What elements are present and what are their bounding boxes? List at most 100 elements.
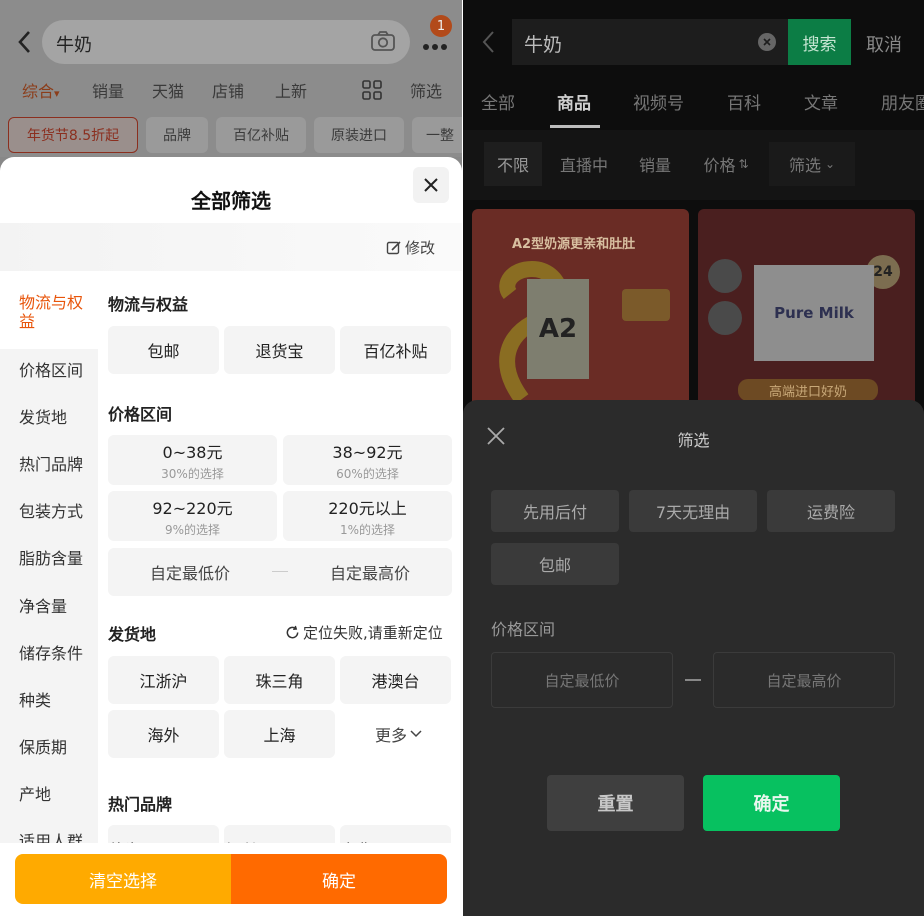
section-price-title: 价格区间 (108, 405, 173, 424)
chip-price[interactable]: 价格 ⇅ (691, 142, 761, 186)
chevron-down-icon (410, 730, 422, 738)
option-free-shipping[interactable]: 包邮 (491, 543, 619, 585)
sidebar-item-storage[interactable]: 储存条件 (19, 640, 83, 664)
chip-filter[interactable]: 筛选 ⌄ (769, 142, 855, 186)
search-value: 牛奶 (56, 35, 92, 56)
price-range-option[interactable]: 92~220元 9%的选择 (108, 491, 277, 541)
confirm-button[interactable]: 确定 (231, 854, 447, 904)
chip-subsidy[interactable]: 百亿补贴 (216, 117, 306, 153)
sidebar-item-logistics[interactable]: 物流与权益 (19, 293, 89, 331)
sheet-title: 筛选 (677, 431, 710, 450)
sidebar-item-price[interactable]: 价格区间 (19, 357, 83, 381)
cancel-button[interactable]: 取消 (866, 31, 902, 57)
cart-badge: 1 (430, 15, 452, 37)
search-value: 牛奶 (524, 34, 563, 56)
sidebar-item-volume[interactable]: 净含量 (19, 593, 67, 617)
edit-button[interactable]: 修改 (386, 237, 435, 258)
max-price-input[interactable]: 自定最高价 (713, 652, 895, 708)
ship-option[interactable]: 上海 (224, 710, 335, 758)
product-badge (708, 301, 742, 335)
search-button[interactable]: 搜索 (788, 19, 851, 65)
section-brand-title: 热门品牌 (108, 795, 173, 814)
price-dash (272, 571, 288, 572)
product-badge (708, 259, 742, 293)
search-input[interactable]: 牛奶 (512, 19, 788, 65)
relocate-button[interactable]: 定位失败,请重新定位 (285, 622, 443, 643)
more-ship-button[interactable]: 更多 (375, 722, 422, 746)
tab-tmall[interactable]: 天猫 (152, 78, 184, 102)
sidebar-item-package[interactable]: 包装方式 (19, 498, 83, 522)
chip-import[interactable]: 原装进口 (314, 117, 404, 153)
option-pay-later[interactable]: 先用后付 (491, 490, 619, 532)
tab-article[interactable]: 文章 (804, 89, 838, 114)
tab-wiki[interactable]: 百科 (727, 89, 761, 114)
ship-option[interactable]: 海外 (108, 710, 219, 758)
edit-icon (386, 240, 401, 254)
price-range-option[interactable]: 220元以上 1%的选择 (283, 491, 452, 541)
ship-option[interactable]: 港澳台 (340, 656, 451, 704)
refresh-icon (286, 625, 299, 639)
sidebar-item-ship[interactable]: 发货地 (19, 404, 67, 428)
tab-filter[interactable]: 筛选 (410, 78, 442, 102)
reset-button[interactable]: 重置 (547, 775, 684, 831)
option-subsidy[interactable]: 百亿补贴 (340, 326, 451, 374)
price-range-option[interactable]: 0~38元 30%的选择 (108, 435, 277, 485)
chip-promo[interactable]: 年货节8.5折起 (8, 117, 138, 153)
tab-arrow: ▾ (54, 87, 60, 100)
filter-sidebar: 物流与权益 价格区间 发货地 热门品牌 包装方式 脂肪含量 净含量 储存条件 种… (0, 285, 98, 916)
product-box: A2 (527, 279, 589, 379)
back-icon[interactable] (481, 30, 495, 58)
price-dash (685, 679, 701, 681)
ship-option[interactable]: 江浙沪 (108, 656, 219, 704)
filter-sheet: 全部筛选 修改 物流与权益 价格区间 发货地 热门品牌 包装方式 脂肪含量 净含… (0, 157, 462, 916)
left-header: 牛奶 1 综合▾ 销量 天猫 店铺 上新 筛选 年货节8.5折起 品牌 百亿补贴… (0, 0, 462, 157)
min-price-input[interactable]: 自定最低价 (491, 652, 673, 708)
option-return-insurance[interactable]: 退货宝 (224, 326, 335, 374)
grid-view-icon[interactable] (362, 80, 382, 104)
max-price-input[interactable]: 自定最高价 (288, 548, 452, 596)
product-card[interactable]: A2型奶源更亲和肚肚 A2 (472, 209, 689, 409)
chip-live[interactable]: 直播中 (549, 142, 619, 186)
sidebar-item-brand[interactable]: 热门品牌 (19, 451, 83, 475)
search-input[interactable]: 牛奶 (42, 20, 410, 64)
tab-comprehensive[interactable]: 综合▾ (22, 78, 60, 102)
product-card[interactable]: 24 Pure Milk 高端进口好奶 (698, 209, 915, 409)
chip-sales[interactable]: 销量 (627, 142, 683, 186)
panel-divider (462, 0, 463, 916)
back-icon[interactable] (10, 26, 38, 58)
confirm-button[interactable]: 确定 (703, 775, 840, 831)
tab-all[interactable]: 全部 (481, 89, 515, 114)
tab-channels[interactable]: 视频号 (633, 89, 684, 114)
sidebar-item-type[interactable]: 种类 (19, 687, 51, 711)
sheet-title: 全部筛选 (191, 189, 271, 213)
tab-shop[interactable]: 店铺 (212, 78, 244, 102)
section-logistics-title: 物流与权益 (108, 295, 189, 314)
tab-sales[interactable]: 销量 (92, 78, 124, 102)
section-ship-title: 发货地 (108, 625, 157, 644)
sidebar-item-fat[interactable]: 脂肪含量 (19, 545, 83, 569)
price-range-option[interactable]: 38~92元 60%的选择 (283, 435, 452, 485)
tab-new[interactable]: 上新 (275, 78, 307, 102)
camera-icon[interactable] (370, 30, 396, 56)
min-price-input[interactable]: 自定最低价 (108, 548, 272, 596)
more-icon[interactable] (422, 36, 448, 55)
tab-moments[interactable]: 朋友圈 (881, 89, 924, 114)
clear-button[interactable]: 清空选择 (15, 854, 231, 904)
price-section-title: 价格区间 (491, 620, 556, 639)
product-box: Pure Milk (754, 265, 874, 361)
clear-search-icon[interactable] (758, 33, 776, 51)
chip-partial[interactable]: 一整 (412, 117, 462, 153)
option-free-shipping[interactable]: 包邮 (108, 326, 219, 374)
chip-all[interactable]: 不限 (484, 142, 542, 186)
sidebar-item-origin[interactable]: 产地 (19, 781, 51, 805)
option-shipping-insurance[interactable]: 运费险 (767, 490, 895, 532)
chip-brand[interactable]: 品牌 (146, 117, 208, 153)
product-badge (622, 289, 670, 321)
close-icon[interactable] (413, 167, 449, 203)
left-screen: 牛奶 1 综合▾ 销量 天猫 店铺 上新 筛选 年货节8.5折起 品牌 百亿补贴… (0, 0, 462, 916)
sidebar-item-shelf-life[interactable]: 保质期 (19, 734, 67, 758)
tab-goods[interactable]: 商品 (557, 89, 591, 114)
option-7day-return[interactable]: 7天无理由 (629, 490, 757, 532)
right-screen: 牛奶 搜索 取消 全部 商品 视频号 百科 文章 朋友圈 不限 直播中 销量 价… (463, 0, 924, 916)
ship-option[interactable]: 珠三角 (224, 656, 335, 704)
